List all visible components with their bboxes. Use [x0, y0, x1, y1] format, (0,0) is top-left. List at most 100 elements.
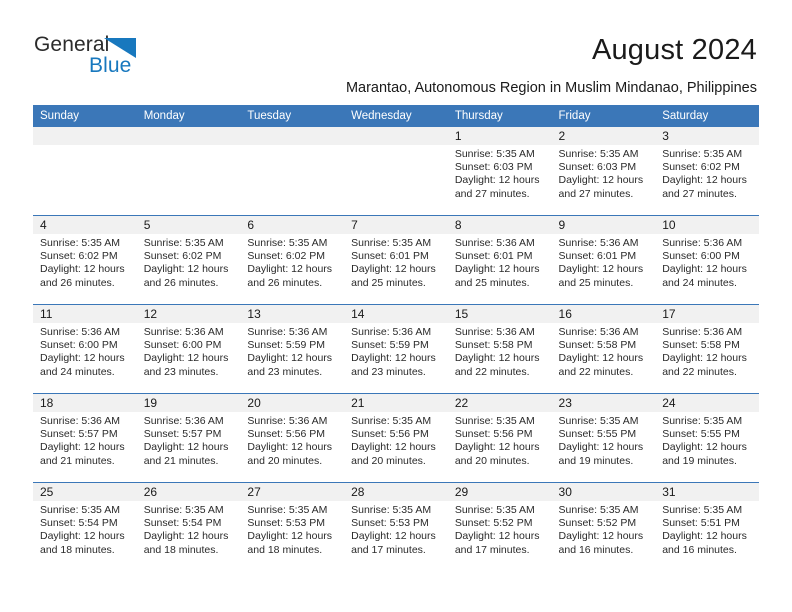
- daylight-text-line1: Daylight: 12 hours: [454, 174, 540, 187]
- day-number[interactable]: 27: [240, 482, 345, 501]
- daylight-text-line2: and 21 minutes.: [143, 454, 219, 467]
- day-number[interactable]: 19: [136, 393, 241, 412]
- daylight-text-line1: Daylight: 12 hours: [662, 174, 747, 187]
- sunset-text: Sunset: 5:53 PM: [247, 517, 326, 530]
- day-cell[interactable]: Sunrise: 5:36 AM Sunset: 5:56 PM Daylight:…: [240, 412, 345, 483]
- week-dayinfo-row: Sunrise: 5:35 AM Sunset: 5:54 PM Daylight:…: [33, 501, 759, 571]
- day-number[interactable]: 4: [33, 215, 137, 234]
- sunrise-text: Sunrise: 5:36 AM: [454, 237, 535, 249]
- day-cell[interactable]: Sunrise: 5:36 AM Sunset: 5:58 PM Daylight:…: [447, 323, 552, 394]
- daylight-text-line2: and 20 minutes.: [247, 454, 323, 467]
- sunrise-text: Sunrise: 5:36 AM: [454, 326, 535, 338]
- day-number[interactable]: 11: [33, 304, 137, 323]
- day-number[interactable]: 14: [344, 304, 448, 323]
- daylight-text-line1: Daylight: 12 hours: [662, 530, 747, 543]
- day-cell[interactable]: Sunrise: 5:35 AM Sunset: 6:02 PM Daylight:…: [136, 234, 241, 305]
- day-number[interactable]: 18: [33, 393, 137, 412]
- sunset-text: Sunset: 6:01 PM: [454, 250, 533, 263]
- day-number[interactable]: 22: [447, 393, 552, 412]
- day-number[interactable]: 16: [551, 304, 656, 323]
- sunset-text: Sunset: 5:56 PM: [247, 428, 326, 441]
- day-cell[interactable]: Sunrise: 5:35 AM Sunset: 6:03 PM Daylight:…: [551, 145, 656, 216]
- day-cell[interactable]: Sunrise: 5:35 AM Sunset: 5:52 PM Daylight:…: [447, 501, 552, 571]
- daylight-text-line1: Daylight: 12 hours: [351, 441, 436, 454]
- sunset-text: Sunset: 5:58 PM: [558, 339, 637, 352]
- daylight-text-line1: Daylight: 12 hours: [558, 174, 644, 187]
- day-cell[interactable]: Sunrise: 5:35 AM Sunset: 6:02 PM Daylight:…: [33, 234, 137, 305]
- day-cell[interactable]: Sunrise: 5:35 AM Sunset: 5:56 PM Daylight:…: [344, 412, 448, 483]
- day-number[interactable]: 29: [447, 482, 552, 501]
- sunset-text: Sunset: 5:55 PM: [662, 428, 740, 441]
- day-number[interactable]: 8: [447, 215, 552, 234]
- day-number[interactable]: 20: [240, 393, 345, 412]
- day-number[interactable]: 26: [136, 482, 241, 501]
- day-cell[interactable]: Sunrise: 5:36 AM Sunset: 5:59 PM Daylight:…: [344, 323, 448, 394]
- day-cell[interactable]: Sunrise: 5:35 AM Sunset: 5:55 PM Daylight:…: [551, 412, 656, 483]
- sunset-text: Sunset: 5:52 PM: [558, 517, 637, 530]
- daylight-text-line1: Daylight: 12 hours: [351, 263, 436, 276]
- weekday-header-friday: Friday: [551, 105, 656, 127]
- day-cell[interactable]: Sunrise: 5:35 AM Sunset: 5:55 PM Daylight:…: [655, 412, 759, 483]
- day-number[interactable]: 31: [655, 482, 759, 501]
- page-title: August 2024: [591, 34, 757, 66]
- day-number[interactable]: 2: [551, 127, 656, 145]
- day-cell[interactable]: Sunrise: 5:36 AM Sunset: 6:01 PM Daylight:…: [447, 234, 552, 305]
- daylight-text-line2: and 23 minutes.: [143, 365, 219, 378]
- day-number[interactable]: 28: [344, 482, 448, 501]
- day-number[interactable]: 15: [447, 304, 552, 323]
- day-cell[interactable]: Sunrise: 5:35 AM Sunset: 6:03 PM Daylight:…: [447, 145, 552, 216]
- day-cell[interactable]: Sunrise: 5:36 AM Sunset: 6:01 PM Daylight:…: [551, 234, 656, 305]
- day-cell[interactable]: Sunrise: 5:36 AM Sunset: 5:57 PM Daylight:…: [136, 412, 241, 483]
- day-cell[interactable]: Sunrise: 5:36 AM Sunset: 5:58 PM Daylight:…: [551, 323, 656, 394]
- daylight-text-line1: Daylight: 12 hours: [143, 263, 229, 276]
- calendar-page: General Blue August 2024 Marantao, Auton…: [0, 0, 792, 612]
- day-cell[interactable]: Sunrise: 5:35 AM Sunset: 5:52 PM Daylight:…: [551, 501, 656, 571]
- day-cell[interactable]: Sunrise: 5:35 AM Sunset: 5:51 PM Daylight:…: [655, 501, 759, 571]
- sunset-text: Sunset: 5:54 PM: [143, 517, 222, 530]
- day-number[interactable]: 10: [655, 215, 759, 234]
- day-cell[interactable]: Sunrise: 5:35 AM Sunset: 5:53 PM Daylight:…: [240, 501, 345, 571]
- day-number[interactable]: 30: [551, 482, 656, 501]
- week-dayinfo-row: Sunrise: 5:35 AM Sunset: 6:02 PM Daylight:…: [33, 234, 759, 305]
- generalblue-logo[interactable]: General Blue: [34, 33, 154, 81]
- day-number[interactable]: 7: [344, 215, 448, 234]
- daylight-text-line1: Daylight: 12 hours: [454, 441, 540, 454]
- daylight-text-line2: and 22 minutes.: [454, 365, 530, 378]
- day-cell[interactable]: Sunrise: 5:35 AM Sunset: 6:02 PM Daylight:…: [655, 145, 759, 216]
- day-number[interactable]: 3: [655, 127, 759, 145]
- day-cell[interactable]: Sunrise: 5:36 AM Sunset: 6:00 PM Daylight:…: [136, 323, 241, 394]
- sunrise-text: Sunrise: 5:36 AM: [558, 326, 639, 338]
- sunrise-text: Sunrise: 5:35 AM: [143, 237, 224, 249]
- day-cell[interactable]: Sunrise: 5:36 AM Sunset: 5:59 PM Daylight:…: [240, 323, 345, 394]
- day-number[interactable]: 21: [344, 393, 448, 412]
- daylight-text-line2: and 25 minutes.: [558, 276, 634, 289]
- daylight-text-line1: Daylight: 12 hours: [40, 352, 125, 365]
- day-number[interactable]: 6: [240, 215, 345, 234]
- sunrise-text: Sunrise: 5:36 AM: [351, 326, 432, 338]
- day-cell[interactable]: Sunrise: 5:36 AM Sunset: 6:00 PM Daylight:…: [33, 323, 137, 394]
- day-number[interactable]: 9: [551, 215, 656, 234]
- sunrise-text: Sunrise: 5:35 AM: [40, 237, 120, 249]
- day-cell[interactable]: Sunrise: 5:35 AM Sunset: 5:54 PM Daylight:…: [136, 501, 241, 571]
- day-cell[interactable]: Sunrise: 5:35 AM Sunset: 6:01 PM Daylight:…: [344, 234, 448, 305]
- daylight-text-line2: and 24 minutes.: [40, 365, 115, 378]
- day-number[interactable]: 25: [33, 482, 137, 501]
- sunset-text: Sunset: 6:02 PM: [247, 250, 326, 263]
- empty-day-cell: [33, 145, 137, 216]
- day-number[interactable]: 17: [655, 304, 759, 323]
- day-cell[interactable]: Sunrise: 5:35 AM Sunset: 6:02 PM Daylight:…: [240, 234, 345, 305]
- day-number[interactable]: 23: [551, 393, 656, 412]
- day-cell[interactable]: Sunrise: 5:36 AM Sunset: 5:57 PM Daylight:…: [33, 412, 137, 483]
- day-number[interactable]: 5: [136, 215, 241, 234]
- day-cell[interactable]: Sunrise: 5:35 AM Sunset: 5:53 PM Daylight:…: [344, 501, 448, 571]
- day-cell[interactable]: Sunrise: 5:35 AM Sunset: 5:54 PM Daylight:…: [33, 501, 137, 571]
- day-number[interactable]: 12: [136, 304, 241, 323]
- day-cell[interactable]: Sunrise: 5:36 AM Sunset: 5:58 PM Daylight:…: [655, 323, 759, 394]
- day-cell[interactable]: Sunrise: 5:36 AM Sunset: 6:00 PM Daylight:…: [655, 234, 759, 305]
- day-number[interactable]: 24: [655, 393, 759, 412]
- empty-day-cell: [344, 145, 448, 216]
- day-number[interactable]: 1: [447, 127, 552, 145]
- day-cell[interactable]: Sunrise: 5:35 AM Sunset: 5:56 PM Daylight:…: [447, 412, 552, 483]
- daylight-text-line1: Daylight: 12 hours: [454, 263, 540, 276]
- day-number[interactable]: 13: [240, 304, 345, 323]
